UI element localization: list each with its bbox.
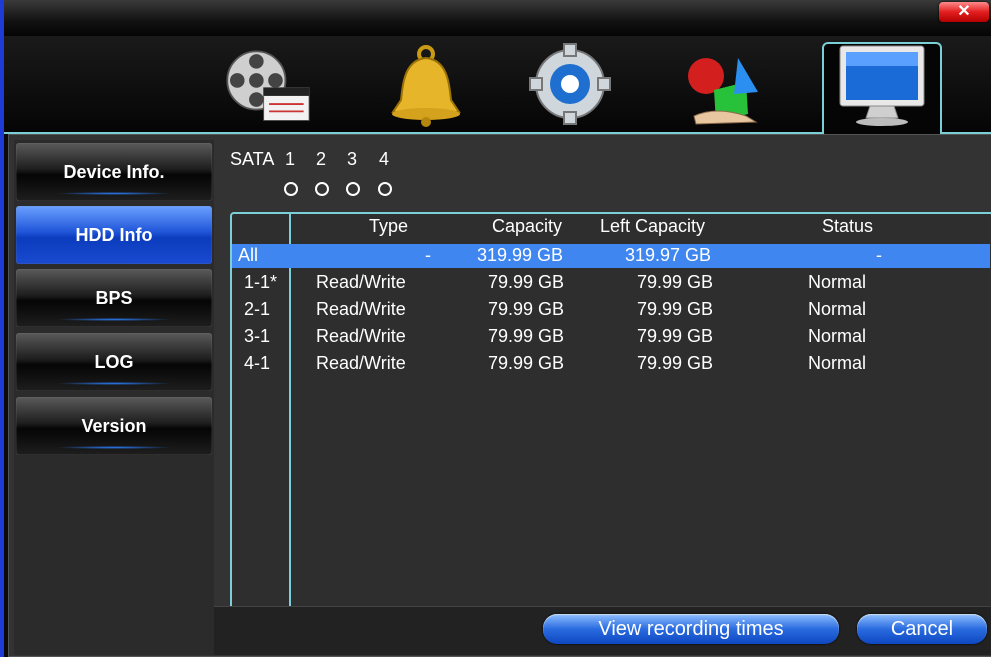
sidebar-item-bps[interactable]: BPS	[16, 269, 212, 327]
sata-port-status-icon	[284, 182, 298, 196]
sata-port-status-icon	[378, 182, 392, 196]
table-row[interactable]: 2-1 Read/Write 79.99 GB 79.99 GB Normal	[232, 298, 990, 322]
row-id: 1-1*	[244, 272, 278, 292]
row-type: -	[425, 245, 431, 265]
sidebar-item-device-info[interactable]: Device Info.	[16, 143, 212, 201]
sata-port-number: 4	[378, 149, 389, 169]
left-edge	[0, 0, 4, 657]
row-status: Normal	[808, 326, 867, 346]
row-capacity: 79.99 GB	[488, 353, 565, 373]
row-capacity: 79.99 GB	[488, 272, 565, 292]
sata-port-number: 2	[315, 149, 326, 169]
table-row[interactable]: All - 319.99 GB 319.97 GB -	[232, 244, 990, 268]
row-left-capacity: 79.99 GB	[637, 353, 714, 373]
sidebar-item-hdd-info[interactable]: HDD Info	[16, 206, 212, 264]
row-id: 2-1	[244, 299, 271, 319]
system-monitor-icon[interactable]	[832, 44, 932, 126]
row-capacity: 79.99 GB	[488, 326, 565, 346]
sata-port-status-icon	[315, 182, 329, 196]
row-type: Read/Write	[316, 353, 406, 373]
sata-label: SATA	[230, 149, 275, 169]
row-capacity: 79.99 GB	[488, 299, 565, 319]
row-left-capacity: 79.99 GB	[637, 272, 714, 292]
table-row[interactable]: 1-1* Read/Write 79.99 GB 79.99 GB Normal	[232, 271, 990, 295]
sidebar-item-label: Version	[81, 416, 147, 436]
title-bar	[0, 0, 991, 37]
advanced-shapes-icon[interactable]	[676, 44, 776, 126]
row-capacity: 319.99 GB	[477, 245, 564, 265]
table-row[interactable]: 4-1 Read/Write 79.99 GB 79.99 GB Normal	[232, 352, 990, 376]
sidebar-item-version[interactable]: Version	[16, 397, 212, 455]
header-capacity: Capacity	[492, 216, 563, 236]
row-status: -	[876, 245, 882, 265]
table-row[interactable]: 3-1 Read/Write 79.99 GB 79.99 GB Normal	[232, 325, 990, 349]
sata-port-status-icon	[346, 182, 360, 196]
row-left-capacity: 79.99 GB	[637, 326, 714, 346]
close-icon: ✕	[957, 3, 971, 20]
alarm-bell-icon[interactable]	[376, 44, 476, 127]
row-status: Normal	[808, 272, 867, 292]
sidebar-item-label: Device Info.	[63, 162, 165, 182]
close-button[interactable]: ✕	[939, 2, 989, 22]
header-status: Status	[822, 216, 874, 236]
row-type: Read/Write	[316, 299, 406, 319]
row-left-capacity: 79.99 GB	[637, 299, 714, 319]
row-status: Normal	[808, 353, 867, 373]
sidebar-item-label: BPS	[95, 288, 133, 308]
sata-port-number: 3	[346, 149, 357, 169]
row-left-capacity: 319.97 GB	[625, 245, 712, 265]
sidebar-item-label: LOG	[94, 352, 134, 372]
record-film-icon[interactable]	[220, 44, 320, 126]
cancel-button[interactable]: Cancel	[857, 614, 987, 644]
settings-gear-icon[interactable]	[520, 43, 620, 126]
view-recording-times-button[interactable]: View recording times	[543, 614, 839, 644]
sidebar-item-log[interactable]: LOG	[16, 333, 212, 391]
header-type: Type	[369, 216, 409, 236]
row-status: Normal	[808, 299, 867, 319]
sata-port-number: 1	[284, 149, 295, 169]
dvr-window: ✕ Device Info. HDD Info BPS LOG Version …	[0, 0, 991, 657]
sidebar-item-label: HDD Info	[75, 225, 153, 245]
row-id: 3-1	[244, 326, 271, 346]
row-id: All	[238, 245, 259, 265]
row-type: Read/Write	[316, 326, 406, 346]
row-type: Read/Write	[316, 272, 406, 292]
header-left-capacity: Left Capacity	[600, 216, 706, 236]
row-id: 4-1	[244, 353, 271, 373]
